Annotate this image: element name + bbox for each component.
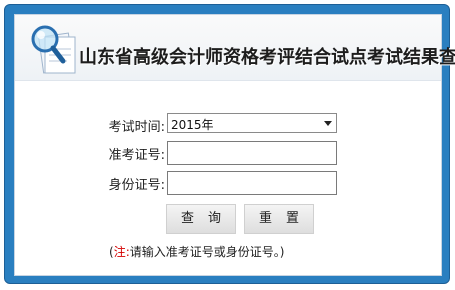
id-no-input[interactable] xyxy=(167,171,337,195)
exam-time-select[interactable]: 2015年 xyxy=(167,113,337,133)
id-no-row: 身份证号: xyxy=(15,171,441,195)
magnifier-document-icon xyxy=(31,25,76,74)
header: 山东省高级会计师资格考评结合试点考试结果查询 xyxy=(15,15,455,81)
exam-time-row: 考试时间: 2015年 xyxy=(15,113,441,137)
window-frame: 山东省高级会计师资格考评结合试点考试结果查询 考试时间: 2015年 准考证号:… xyxy=(4,4,455,284)
query-button[interactable]: 查询 xyxy=(166,204,236,234)
chevron-down-icon xyxy=(324,121,332,126)
admission-no-row: 准考证号: xyxy=(15,141,441,165)
page-title: 山东省高级会计师资格考评结合试点考试结果查询 xyxy=(79,47,455,68)
hint-text: 请输入准考证号或身份证号。) xyxy=(129,245,285,259)
id-no-label: 身份证号: xyxy=(108,178,165,193)
admission-no-input[interactable] xyxy=(167,141,337,165)
reset-button[interactable]: 重置 xyxy=(244,204,314,234)
exam-time-selected: 2015年 xyxy=(171,118,214,132)
query-panel: 山东省高级会计师资格考评结合试点考试结果查询 考试时间: 2015年 准考证号:… xyxy=(14,14,455,276)
hint-prefix: 注: xyxy=(113,245,130,259)
admission-no-label: 准考证号: xyxy=(108,148,165,163)
exam-time-label: 考试时间: xyxy=(108,120,165,135)
input-hint: (注:请输入准考证号或身份证号。) xyxy=(109,243,284,260)
